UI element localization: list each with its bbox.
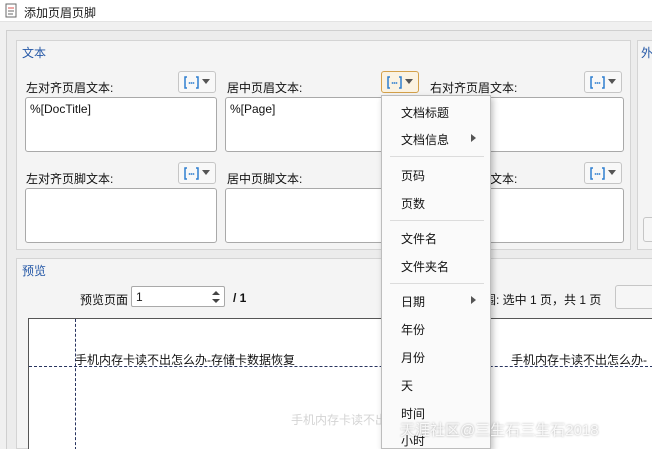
- preview-section-label: 预览: [22, 264, 47, 278]
- chevron-right-icon: [471, 134, 476, 142]
- page-range-text: 围: 选中 1 页，共 1 页: [484, 293, 602, 307]
- macro-bracket-icon: [590, 76, 605, 89]
- page-range-button[interactable]: [615, 285, 652, 309]
- preview-page-spinner[interactable]: 1: [131, 286, 225, 307]
- chevron-down-icon: [405, 79, 413, 84]
- footer-left-macro-button[interactable]: [178, 162, 216, 184]
- footer-left-label: 左对齐页脚文本:: [26, 172, 114, 186]
- menu-item-doc-info[interactable]: 文档信息: [382, 125, 490, 151]
- margin-guide-vertical: [75, 319, 76, 449]
- window-title: 添加页眉页脚: [24, 6, 97, 20]
- header-right-macro-button[interactable]: [584, 71, 622, 93]
- chevron-right-icon: [471, 296, 476, 304]
- header-right-label: 右对齐页眉文本:: [430, 81, 518, 95]
- macro-dropdown-menu: 文档标题 文档信息 页码 页数 文件名 文件夹名 日期 年份 月份 天 时间 小…: [381, 95, 491, 449]
- macro-bracket-icon: [184, 76, 199, 89]
- menu-separator: [390, 283, 484, 284]
- preview-page-label: 预览页面: [80, 293, 129, 307]
- menu-item-date[interactable]: 日期: [382, 287, 490, 313]
- menu-separator: [390, 156, 484, 157]
- document-icon: [5, 3, 17, 18]
- preview-page-value: 1: [136, 290, 143, 304]
- menu-item-day[interactable]: 天: [382, 371, 490, 397]
- right-section-label: 外: [641, 46, 652, 60]
- right-edge-control[interactable]: [643, 217, 652, 242]
- footer-center-label: 居中页脚文本:: [227, 172, 303, 186]
- chevron-down-icon: [202, 79, 210, 84]
- menu-item-file-name[interactable]: 文件名: [382, 224, 490, 250]
- header-left-macro-button[interactable]: [178, 71, 216, 93]
- header-center-label: 居中页眉文本:: [227, 81, 303, 95]
- chevron-down-icon: [608, 170, 616, 175]
- menu-item-month[interactable]: 月份: [382, 343, 490, 369]
- chevron-down-icon: [608, 79, 616, 84]
- macro-bracket-icon: [590, 167, 605, 180]
- footer-left-input[interactable]: [25, 188, 217, 243]
- spin-up-icon[interactable]: [212, 291, 220, 295]
- header-left-label: 左对齐页眉文本:: [26, 81, 114, 95]
- menu-item-year[interactable]: 年份: [382, 315, 490, 341]
- header-center-macro-button[interactable]: [381, 71, 419, 93]
- preview-header-text: 手机内存卡读不出怎么办-存储卡数据恢复: [75, 353, 295, 367]
- macro-bracket-icon: [184, 167, 199, 180]
- watermark-text: 天涯社区@三生石三生石2018: [400, 422, 599, 439]
- menu-item-page-count[interactable]: 页数: [382, 189, 490, 215]
- macro-bracket-icon: [387, 76, 402, 89]
- footer-right-macro-button[interactable]: [584, 162, 622, 184]
- menu-separator: [390, 220, 484, 221]
- spin-down-icon[interactable]: [212, 299, 220, 303]
- menu-item-doc-title[interactable]: 文档标题: [382, 98, 490, 124]
- menu-item-folder-name[interactable]: 文件夹名: [382, 252, 490, 278]
- text-section-label: 文本: [22, 46, 47, 60]
- chevron-down-icon: [202, 170, 210, 175]
- preview-page-total: / 1: [233, 291, 247, 305]
- menu-item-page-number[interactable]: 页码: [382, 161, 490, 187]
- title-bar: 添加页眉页脚: [0, 0, 652, 22]
- preview-header-text-right: 手机内存卡读不出怎么办-: [511, 353, 647, 367]
- header-left-input[interactable]: %[DocTitle]: [25, 97, 217, 152]
